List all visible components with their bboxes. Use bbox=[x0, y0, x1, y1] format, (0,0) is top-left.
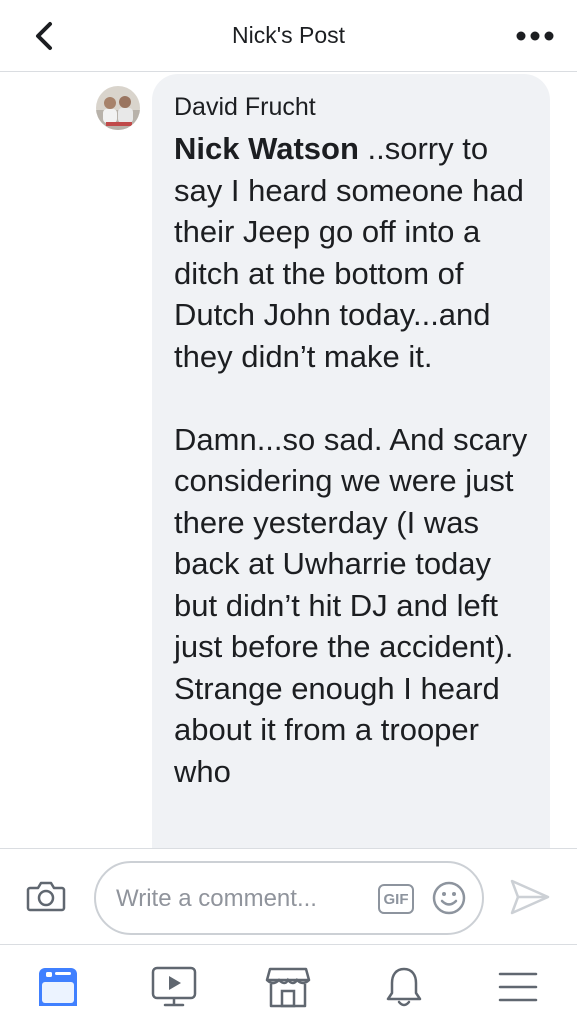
comment-author[interactable]: David Frucht bbox=[174, 92, 532, 122]
gif-button[interactable]: GIF bbox=[378, 884, 414, 914]
comment-bubble: David Frucht Nick Watson ..sorry to say … bbox=[152, 74, 550, 848]
page-title: Nick's Post bbox=[231, 22, 346, 48]
comment-text: ..sorry to say I heard someone had their… bbox=[174, 131, 524, 374]
news-feed-icon bbox=[39, 968, 77, 1006]
comment-text-continued: Damn...so sad. And scary considering we … bbox=[174, 421, 528, 789]
tab-watch[interactable] bbox=[150, 963, 198, 1011]
emoji-button[interactable] bbox=[432, 881, 466, 915]
comment-input[interactable] bbox=[116, 881, 366, 917]
more-dots-icon bbox=[516, 31, 554, 41]
header-bar: Nick's Post bbox=[0, 0, 577, 72]
bottom-tab-bar bbox=[0, 944, 577, 1024]
comment-input-wrapper: GIF bbox=[94, 861, 484, 935]
comment-body: Nick Watson ..sorry to say I heard someo… bbox=[174, 128, 532, 792]
tab-news-feed[interactable] bbox=[34, 963, 82, 1011]
menu-icon bbox=[498, 972, 538, 1002]
watch-icon bbox=[151, 966, 197, 1007]
notifications-bell-icon bbox=[386, 967, 422, 1007]
paragraph-break bbox=[174, 377, 532, 419]
tab-notifications[interactable] bbox=[380, 963, 428, 1011]
mention-link[interactable]: Nick Watson bbox=[174, 131, 359, 166]
avatar[interactable] bbox=[96, 86, 140, 130]
comment-thread: David Frucht Nick Watson ..sorry to say … bbox=[0, 72, 577, 848]
camera-button[interactable] bbox=[26, 879, 66, 913]
send-button[interactable] bbox=[508, 877, 552, 917]
tab-menu[interactable] bbox=[494, 963, 542, 1011]
comment-composer: GIF bbox=[0, 848, 577, 944]
camera-icon bbox=[26, 881, 66, 912]
tab-marketplace[interactable] bbox=[264, 963, 312, 1011]
emoji-icon bbox=[432, 881, 466, 915]
marketplace-icon bbox=[265, 967, 311, 1008]
more-options-button[interactable] bbox=[515, 24, 555, 48]
send-icon bbox=[510, 879, 550, 915]
